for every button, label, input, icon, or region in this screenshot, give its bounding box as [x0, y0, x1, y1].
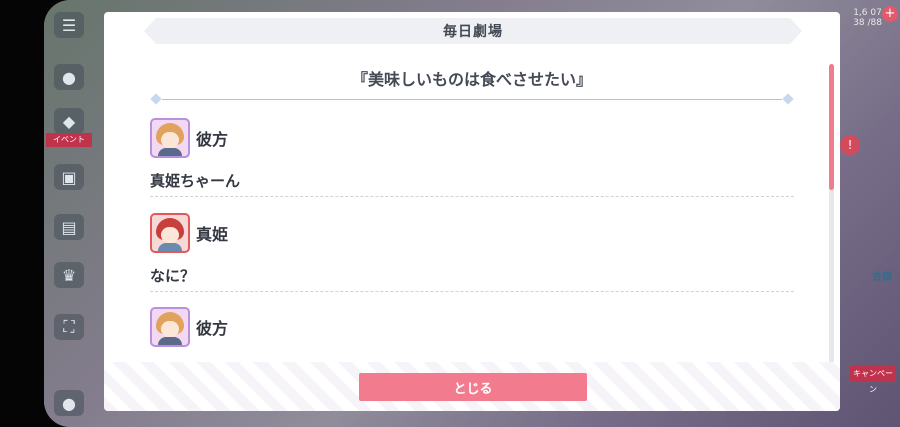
kanata-avatar	[150, 118, 190, 158]
stage-label: 合宿	[872, 272, 892, 283]
speaker-row: 彼方	[150, 305, 794, 349]
menu-icon[interactable]: ☰	[54, 12, 84, 38]
message-item: 彼方 さっきあげた紅茶のクッキー、口に合わなかった？	[150, 305, 794, 368]
side-menu: ☰ ● ◆ ▣ ▤ ♛ ⛶ ●	[44, 0, 96, 427]
scrollbar-thumb[interactable]	[829, 64, 834, 190]
gift-icon[interactable]: ▣	[54, 164, 84, 190]
story-title: 『美味しいものは食べさせたい』	[351, 70, 592, 89]
speaker-row: 彼方	[150, 116, 794, 160]
chat-icon[interactable]: ●	[54, 64, 84, 90]
expand-icon[interactable]: ⛶	[54, 314, 84, 340]
divider-diamond-right-icon	[782, 93, 794, 105]
add-currency-button[interactable]: +	[882, 6, 898, 22]
modal-title: 毎日劇場	[443, 24, 503, 40]
title-divider	[150, 93, 794, 105]
story-scroll-area[interactable]: 『美味しいものは食べさせたい』 彼方 真姫ちゃーん 真姫 なに？ 彼方	[104, 52, 826, 368]
promo-tag[interactable]: キャンペーン	[850, 366, 896, 394]
alert-icon[interactable]: !	[840, 135, 860, 155]
event-tag: イベント	[46, 133, 92, 147]
top-counter: 1,6 07 38 /88	[853, 8, 882, 28]
close-button[interactable]: とじる	[359, 373, 587, 401]
board-icon[interactable]: ▤	[54, 214, 84, 240]
maki-avatar	[150, 213, 190, 253]
message-text: 真姫ちゃーん	[150, 170, 794, 197]
right-background-panel: 1,6 07 38 /88 + ! 合宿 キャンペーン	[840, 0, 900, 427]
message-item: 真姫 なに？	[150, 211, 794, 292]
top-counter-line2: 38 /88	[853, 18, 882, 28]
event-icon[interactable]: ◆	[54, 108, 84, 134]
speaker-name: 彼方	[196, 319, 229, 338]
speaker-name: 彼方	[196, 130, 229, 149]
modal-header: 毎日劇場	[144, 18, 802, 44]
message-text: なに？	[150, 265, 794, 292]
daily-theater-modal: 毎日劇場 『美味しいものは食べさせたい』 彼方 真姫ちゃーん 真姫 なに？ 彼方…	[104, 12, 840, 411]
kanata-avatar	[150, 307, 190, 347]
message-item: 彼方 真姫ちゃーん	[150, 116, 794, 197]
trophy-icon[interactable]: ♛	[54, 262, 84, 288]
top-counter-line1: 1,6 07	[853, 8, 882, 18]
divider-diamond-left-icon	[150, 93, 162, 105]
speaker-row: 真姫	[150, 211, 794, 255]
profile-icon[interactable]: ●	[54, 390, 84, 416]
speaker-name: 真姫	[196, 225, 229, 244]
